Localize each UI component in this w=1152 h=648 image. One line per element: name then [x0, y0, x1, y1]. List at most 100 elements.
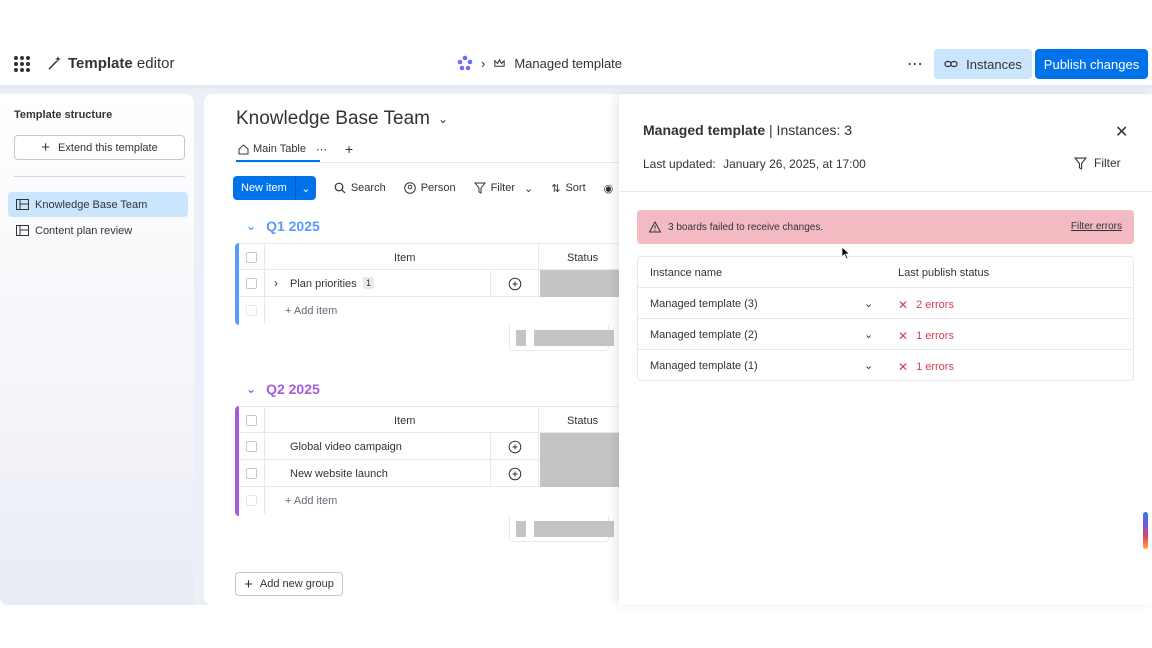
panel-filter-button[interactable]: Filter [1074, 156, 1121, 170]
table-row[interactable]: Global video campaign [239, 433, 620, 460]
add-item-row[interactable]: + Add item [239, 297, 620, 324]
row-checkbox[interactable] [246, 468, 257, 479]
subitem-count-badge: 1 [363, 277, 375, 289]
publish-changes-button[interactable]: Publish changes [1035, 49, 1148, 79]
board-area: Knowledge Base Team ⌄ Main Table ⋯ + New… [204, 94, 620, 605]
person-tool[interactable]: Person [403, 182, 456, 194]
select-all-checkbox[interactable] [246, 252, 257, 263]
search-tool[interactable]: Search [334, 182, 386, 194]
table-row[interactable]: New website launch [239, 460, 620, 487]
instance-row[interactable]: Managed template (1) ⌄ ✕ 1 errors [638, 350, 1133, 381]
instance-row[interactable]: Managed template (3) ⌄ ✕ 2 errors [638, 288, 1133, 319]
row-checkbox[interactable] [246, 441, 257, 452]
status-cell[interactable] [540, 433, 620, 460]
last-updated: Last updated: January 26, 2025, at 17:00 [643, 157, 866, 171]
new-item-label: New item [233, 176, 296, 200]
add-comment-icon [508, 440, 521, 453]
summary-bar [534, 521, 614, 537]
apps-grid-icon[interactable] [14, 56, 30, 72]
board-title[interactable]: Knowledge Base Team ⌄ [236, 108, 448, 130]
sidebar-title: Template structure [14, 109, 113, 121]
add-update-button[interactable] [490, 270, 539, 297]
status-cell[interactable] [540, 270, 620, 297]
summary-bar-small [516, 521, 526, 537]
home-icon [238, 143, 249, 154]
filter-errors-link[interactable]: Filter errors [1071, 221, 1122, 232]
instance-name: Managed template (3) [650, 298, 758, 310]
chevron-down-icon[interactable]: ⌄ [864, 359, 873, 372]
add-new-group-button[interactable]: + Add new group [235, 572, 343, 596]
board-toolbar: New item ⌄ Search Person Filter ⌄ ⇅ Sort… [233, 176, 613, 200]
panel-title: Managed template | Instances: 3 [643, 122, 852, 138]
breadcrumb: › Managed template [457, 55, 622, 71]
extend-template-button[interactable]: + Extend this template [14, 135, 185, 160]
view-tabs: Main Table ⋯ + [238, 141, 353, 157]
sort-tool[interactable]: ⇅ Sort [551, 182, 585, 195]
filter-icon [473, 182, 486, 194]
breadcrumb-current[interactable]: Managed template [514, 56, 622, 71]
scroll-indicator[interactable] [1143, 512, 1148, 549]
instance-name: Managed template (1) [650, 360, 758, 372]
expand-subitems-icon[interactable]: › [274, 276, 278, 290]
item-name[interactable]: New website launch [290, 468, 388, 480]
instance-status-text: 1 errors [916, 361, 954, 373]
plus-icon: + [244, 575, 253, 593]
chevron-down-icon[interactable]: ⌄ [864, 328, 873, 341]
add-item-row[interactable]: + Add item [239, 487, 620, 514]
add-item-label[interactable]: + Add item [285, 305, 337, 317]
group-title-q2[interactable]: ⌄ Q2 2025 [246, 381, 320, 397]
group-title-text: Q2 2025 [266, 381, 320, 397]
row-checkbox [246, 305, 257, 316]
add-item-label[interactable]: + Add item [285, 495, 337, 507]
instance-row[interactable]: Managed template (2) ⌄ ✕ 1 errors [638, 319, 1133, 350]
tab-main-table[interactable]: Main Table [238, 143, 306, 155]
filter-tool[interactable]: Filter ⌄ [473, 182, 533, 195]
row-checkbox [246, 495, 257, 506]
instances-button[interactable]: Instances [934, 49, 1032, 79]
group-title-q1[interactable]: ⌄ Q1 2025 [246, 218, 320, 234]
hide-tool[interactable]: ◉ [604, 182, 614, 195]
last-updated-label: Last updated: [643, 157, 716, 171]
add-update-button[interactable] [490, 433, 539, 460]
mouse-cursor-icon [841, 246, 851, 260]
sidebar-item-content-plan-review[interactable]: Content plan review [8, 218, 188, 243]
column-separator [264, 270, 265, 297]
column-separator [264, 433, 265, 460]
app-title-rest: editor [136, 55, 175, 72]
column-header-instance-name: Instance name [650, 267, 723, 279]
chevron-down-icon[interactable]: ⌄ [864, 297, 873, 310]
status-cell[interactable] [540, 460, 620, 487]
workspace-flower-icon[interactable] [457, 55, 473, 71]
panel-title-rest: | Instances: 3 [765, 122, 853, 138]
board-icon [16, 199, 29, 210]
row-checkbox[interactable] [246, 278, 257, 289]
chevron-down-icon: ⌄ [438, 112, 449, 126]
instance-status: ✕ 1 errors [898, 329, 954, 343]
instance-status-text: 2 errors [916, 299, 954, 311]
panel-title-bold: Managed template [643, 122, 766, 138]
item-name[interactable]: Global video campaign [290, 441, 402, 453]
chevron-down-icon[interactable]: ⌄ [524, 182, 533, 195]
more-options-icon[interactable]: ⋯ [907, 54, 924, 74]
panel-filter-label: Filter [1094, 156, 1121, 170]
chevron-down-icon[interactable]: ⌄ [246, 382, 256, 396]
add-update-button[interactable] [490, 460, 539, 487]
board-title-text: Knowledge Base Team [236, 108, 430, 129]
new-item-button[interactable]: New item ⌄ [233, 176, 316, 200]
sidebar-item-knowledge-base-team[interactable]: Knowledge Base Team [8, 192, 188, 217]
tab-options-icon[interactable]: ⋯ [316, 143, 327, 156]
item-name[interactable]: Plan priorities [290, 278, 357, 290]
filter-icon [1074, 157, 1087, 170]
chevron-down-icon[interactable]: ⌄ [246, 219, 256, 233]
select-all-checkbox[interactable] [246, 415, 257, 426]
app-title: Template editor [68, 55, 174, 72]
column-header-status: Status [567, 415, 599, 427]
add-view-icon[interactable]: + [345, 141, 353, 157]
chevron-down-icon[interactable]: ⌄ [296, 176, 316, 200]
instances-table-header: Instance name Last publish status [638, 257, 1133, 288]
table-row[interactable]: › Plan priorities 1 [239, 270, 620, 297]
close-icon[interactable]: ✕ [1115, 122, 1128, 142]
filter-label: Filter [490, 182, 516, 194]
warning-icon [649, 221, 661, 233]
instances-panel: Managed template | Instances: 3 ✕ Last u… [619, 94, 1152, 605]
